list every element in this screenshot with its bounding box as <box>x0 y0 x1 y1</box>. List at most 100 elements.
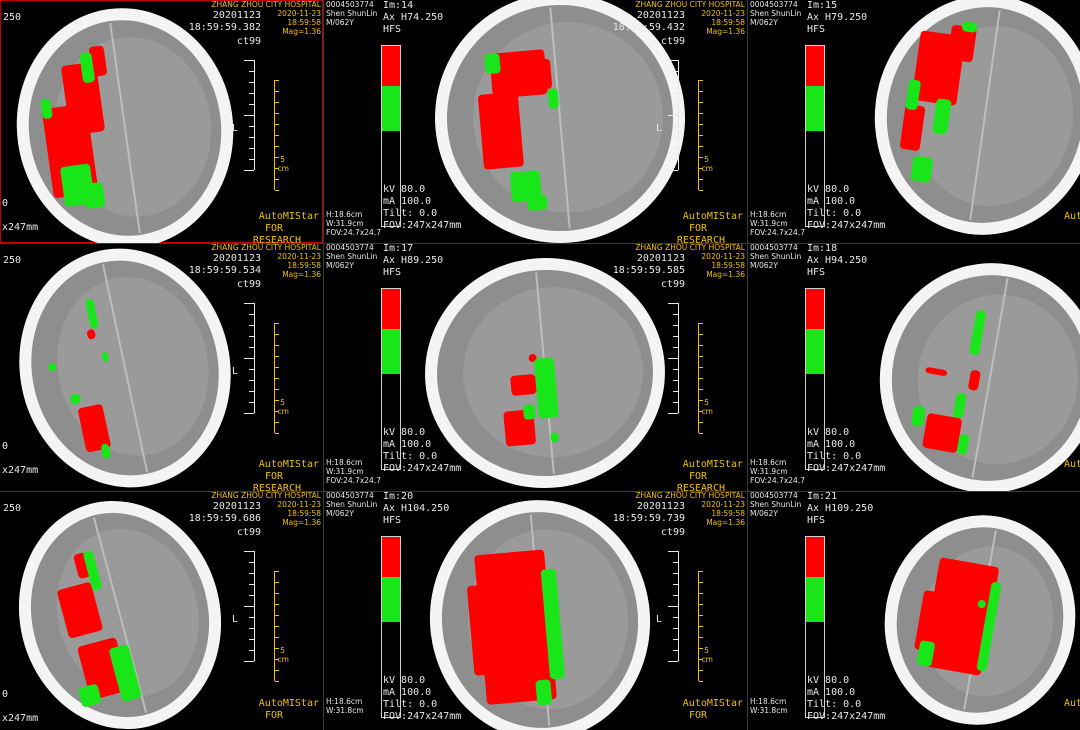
side-label: L <box>655 614 662 625</box>
yellow-ruler-tick <box>699 356 703 357</box>
viewport-7[interactable]: 250 ZHANG ZHOU CITY HOSPITAL 2020-11-23 18:… <box>0 491 323 730</box>
brand-line-2: FOR <box>264 471 283 482</box>
penumbra-region <box>910 155 933 183</box>
ruler-tick <box>249 126 254 127</box>
viewport-1[interactable]: 250 ZHANG ZHOU CITY HOSPITAL 2020-11-23 18:… <box>0 0 323 243</box>
yellow-ruler-tick <box>275 113 279 114</box>
kernel-label: ct99 <box>236 36 261 47</box>
ma-param: mA 100.0 <box>383 196 432 207</box>
study-date: 20201123 <box>212 253 261 264</box>
ruler-tick <box>668 358 678 359</box>
ruler-tick <box>244 413 254 414</box>
legend-core-segment <box>806 46 824 86</box>
ruler-tick <box>249 402 254 403</box>
yellow-ruler-tick <box>275 582 279 583</box>
yellow-ruler-tick <box>275 378 279 379</box>
yellow-ruler-tick <box>275 190 279 191</box>
yellow-ruler-tick <box>275 356 279 357</box>
viewport-6[interactable]: 0004503774 Shen ShunLin M/062Y Im:18 Ax H94.… <box>747 243 1080 491</box>
ruler-tick <box>249 82 254 83</box>
yellow-ruler-tick <box>275 179 279 180</box>
brand-line-3: RESEARCH <box>252 235 301 243</box>
image-number: Im:18 <box>807 243 838 254</box>
penumbra-region <box>535 679 553 706</box>
mag-label: Mag=1.36 <box>282 270 321 279</box>
tilt-param: Tilt: 0.0 <box>807 451 862 462</box>
viewport-2[interactable]: 0004503774 Shen ShunLin M/062Y ZHANG ZHOU C… <box>323 0 747 243</box>
hospital-name: ZHANG ZHOU CITY HOSPITAL <box>211 243 321 252</box>
ruler-tick <box>673 391 678 392</box>
width-dim: W:31.9cm <box>326 219 364 228</box>
scale-label: 5 <box>280 155 285 164</box>
legend-core-segment <box>382 537 400 577</box>
patient-sex-age: M/062Y <box>750 509 778 518</box>
image-number: Im:15 <box>807 0 838 11</box>
ruler-tick <box>673 336 678 337</box>
viewport-8[interactable]: 0004503774 Shen ShunLin M/062Y ZHANG ZHOU C… <box>323 491 747 730</box>
ruler-tick <box>249 573 254 574</box>
ruler-tick <box>673 639 678 640</box>
yellow-ruler-tick <box>275 637 279 638</box>
yellow-ruler-tick <box>699 626 703 627</box>
viewport-5[interactable]: 0004503774 Shen ShunLin M/062Y ZHANG ZHOU C… <box>323 243 747 491</box>
yellow-ruler-tick <box>699 670 703 671</box>
viewport-3[interactable]: 0004503774 Shen ShunLin M/062Y Im:15 Ax H79.… <box>747 0 1080 243</box>
patient-sex-age: M/062Y <box>750 261 778 270</box>
brand-line-2: FOR <box>688 710 707 721</box>
acquisition-time: 18:59:59.686 <box>188 513 261 524</box>
study-date-short: 2020-11-23 <box>701 500 745 509</box>
yellow-ruler-tick <box>699 102 703 103</box>
yellow-ruler-tick <box>275 648 279 649</box>
acquisition-time: 18:59:59.739 <box>612 513 685 524</box>
ruler-tick <box>673 104 678 105</box>
yellow-ruler-tick <box>699 571 703 572</box>
ruler-tick <box>668 303 678 304</box>
ct-slice-image[interactable] <box>747 0 1080 243</box>
infarct-core-region <box>510 374 537 396</box>
brand-partial: AutoMIStar <box>1064 211 1080 222</box>
kernel-label: ct99 <box>660 279 685 290</box>
scale-unit: cm <box>277 164 289 173</box>
ct-slice-image[interactable] <box>747 243 1080 491</box>
study-time: 18:59:58 <box>711 18 745 27</box>
patient-id: 0004503774 <box>750 491 798 500</box>
ruler-tick <box>249 617 254 618</box>
ct-slice-image[interactable] <box>747 491 1080 730</box>
brand-line-3: RESEARCH <box>676 483 725 491</box>
axial-position: Ax H79.250 <box>807 12 868 23</box>
fov-param: FOV:247x247mm <box>383 220 462 231</box>
ruler-tick <box>668 661 678 662</box>
scale-ruler <box>665 551 679 662</box>
penumbra-region <box>484 53 501 74</box>
study-date-short: 2020-11-23 <box>277 9 321 18</box>
ruler-tick <box>673 369 678 370</box>
scale-label: 5 <box>704 398 709 407</box>
yellow-ruler-tick <box>699 593 703 594</box>
yellow-ruler-tick <box>699 113 703 114</box>
viewport-4[interactable]: 250 ZHANG ZHOU CITY HOSPITAL 2020-11-23 18:… <box>0 243 323 491</box>
axial-position: Ax H104.250 <box>383 503 450 514</box>
patient-id: 0004503774 <box>750 243 798 252</box>
ruler-tick <box>673 159 678 160</box>
patient-sex-age: M/062Y <box>326 261 354 270</box>
kernel-label: ct99 <box>660 36 685 47</box>
viewport-9[interactable]: 0004503774 Shen ShunLin M/062Y Im:21 Ax H109… <box>747 491 1080 730</box>
image-number: Im:14 <box>383 0 414 11</box>
mag-label: Mag=1.36 <box>706 27 745 36</box>
mag-label: Mag=1.36 <box>706 518 745 527</box>
patient-name: Shen ShunLin <box>326 500 378 509</box>
patient-name: Shen ShunLin <box>750 252 802 261</box>
yellow-ruler-tick <box>699 179 703 180</box>
legend-penumbra-segment <box>806 329 824 374</box>
tilt-param: Tilt: 0.0 <box>807 699 862 710</box>
row-divider <box>0 243 1080 244</box>
yellow-ruler-tick <box>275 681 279 682</box>
kv-param: kV 80.0 <box>807 675 850 686</box>
ruler-tick <box>249 159 254 160</box>
ruler-tick <box>249 314 254 315</box>
patient-id: 0004503774 <box>326 491 374 500</box>
partial-left-value: 250 <box>3 255 22 266</box>
yellow-ruler-tick <box>275 615 279 616</box>
patient-name: Shen ShunLin <box>326 9 378 18</box>
tilt-param: Tilt: 0.0 <box>807 208 862 219</box>
